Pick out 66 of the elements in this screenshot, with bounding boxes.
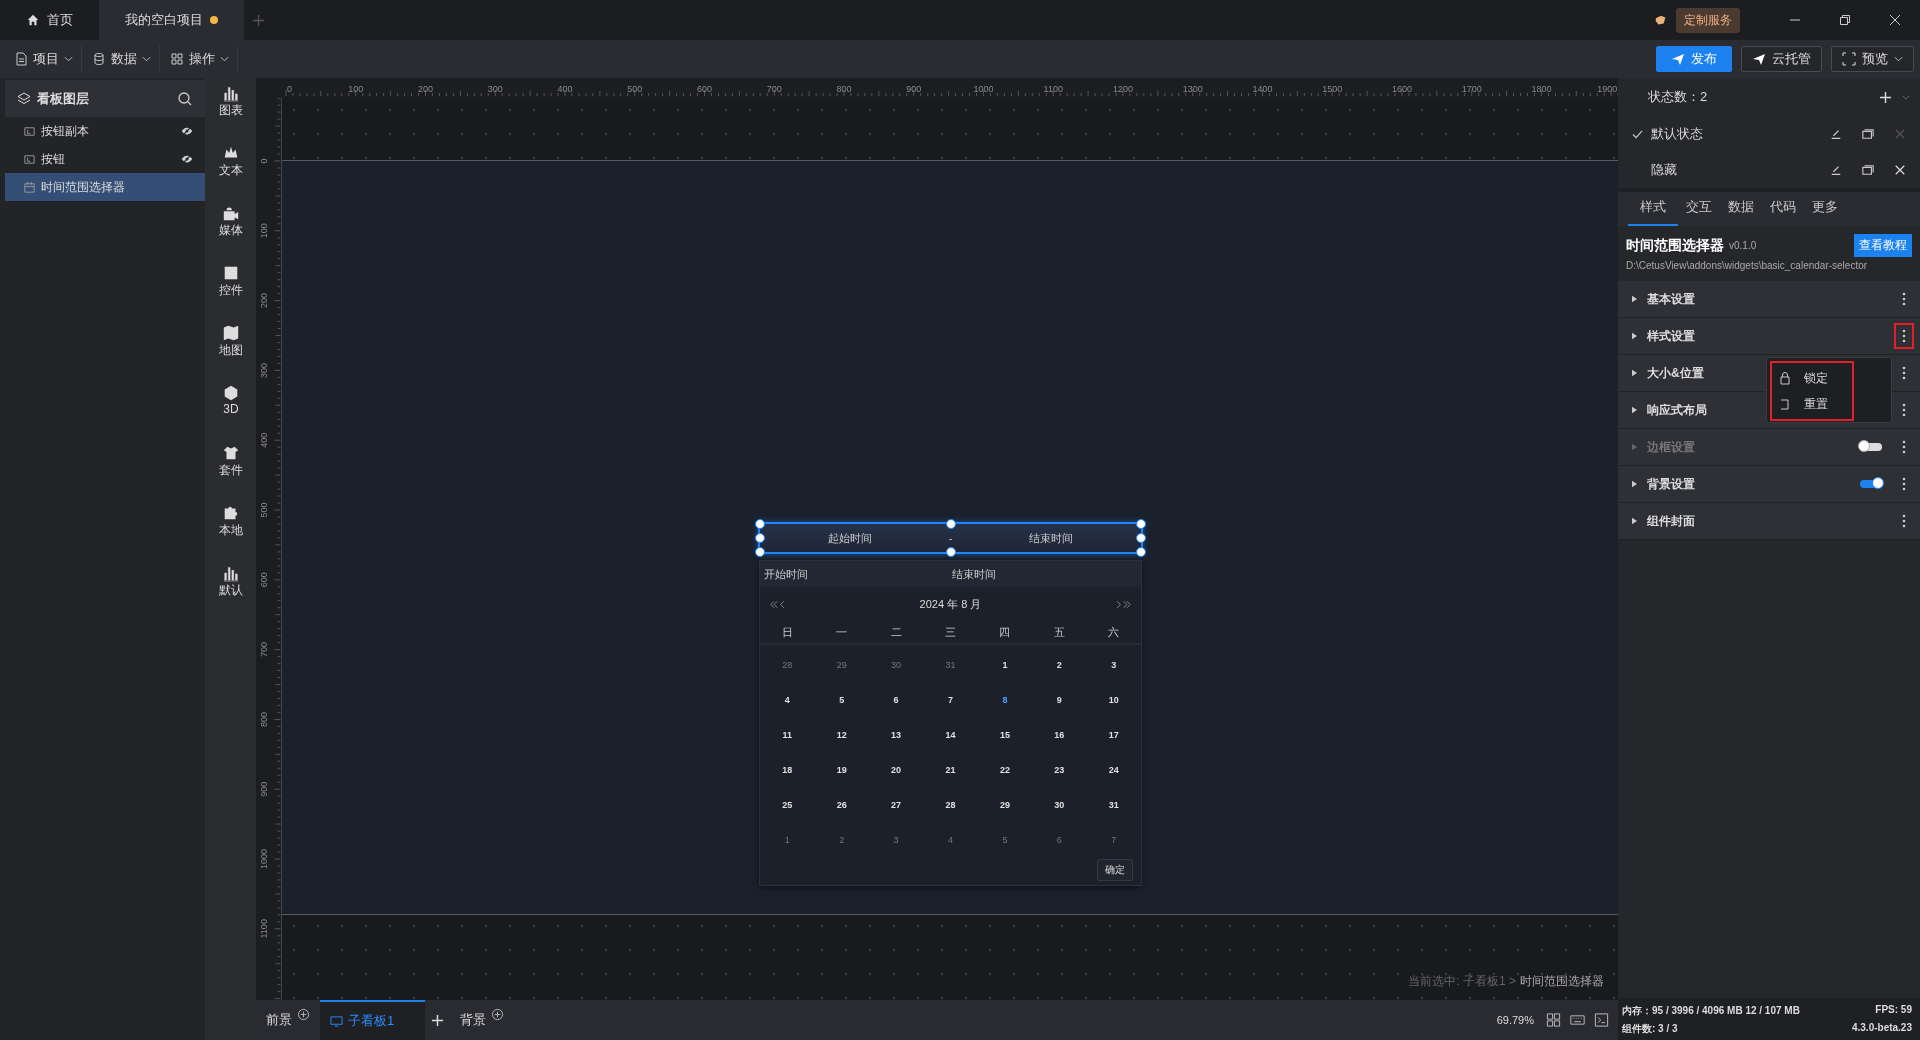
ruler-label: 1400 bbox=[1252, 84, 1273, 94]
ruler-label: 300 bbox=[258, 362, 269, 378]
month-title: 2024 年 8 月 bbox=[919, 596, 982, 612]
ruler-label: 1200 bbox=[1112, 84, 1133, 94]
ruler-label: 900 bbox=[906, 84, 922, 94]
widget-path: D:\CetusView\addons\widgets\basic_calendar-selector bbox=[1626, 260, 1869, 271]
ruler-label: 1000 bbox=[973, 84, 994, 94]
ruler-label: 700 bbox=[258, 642, 269, 658]
ruler-label: 400 bbox=[258, 432, 269, 448]
range-separator: - bbox=[947, 532, 954, 544]
ruler-label: 200 bbox=[258, 293, 269, 309]
ruler-label: 300 bbox=[487, 84, 503, 94]
app-version: 4.3.0-beta.23 bbox=[1851, 1022, 1912, 1035]
ruler-label: 900 bbox=[258, 781, 269, 797]
ruler-label: 400 bbox=[557, 84, 573, 94]
breadcrumb-current: 时间范围选择器 bbox=[1520, 973, 1604, 990]
category-label: 媒体 bbox=[219, 222, 243, 239]
ruler-label: 1100 bbox=[258, 919, 269, 939]
weekday-label: 三 bbox=[944, 624, 957, 640]
weekday-label: 四 bbox=[998, 624, 1012, 640]
ruler-label: 600 bbox=[697, 84, 712, 94]
weekday-label: 六 bbox=[1107, 624, 1121, 640]
widget-version: v0.1.0 bbox=[1729, 240, 1757, 251]
breadcrumb-path: 当前选中: 子看板1 > bbox=[1408, 973, 1516, 990]
ruler-label: 1000 bbox=[258, 849, 269, 869]
category-label: 控件 bbox=[219, 282, 243, 299]
ruler-label: 1700 bbox=[1461, 84, 1482, 94]
weekday-label: 一 bbox=[835, 624, 849, 640]
ruler-label: 800 bbox=[836, 84, 852, 94]
state-count: 状态数：2 bbox=[1648, 88, 1708, 106]
category-label: 默认 bbox=[219, 582, 243, 599]
ruler-label: 200 bbox=[418, 84, 433, 94]
category-label: 文本 bbox=[219, 162, 243, 179]
layers-title: 看板图层 bbox=[37, 89, 89, 108]
category-label: 本地 bbox=[219, 522, 243, 539]
category-label: 套件 bbox=[219, 462, 243, 479]
ruler-label: 700 bbox=[766, 84, 782, 94]
start-placeholder: 起始时间 bbox=[827, 530, 874, 546]
category-label: 图表 bbox=[219, 102, 243, 119]
ruler-label: 1300 bbox=[1182, 84, 1203, 94]
weekday-label: 二 bbox=[889, 624, 903, 640]
ruler-label: 0 bbox=[258, 158, 269, 164]
weekday-label: 五 bbox=[1052, 624, 1066, 640]
category-label: 地图 bbox=[219, 342, 243, 359]
weekday-label: 日 bbox=[780, 624, 794, 640]
ruler-label: 100 bbox=[258, 223, 269, 239]
fps-counter: FPS: 59 bbox=[1875, 1004, 1912, 1017]
ruler-label: 0 bbox=[287, 84, 292, 94]
ruler-label: 800 bbox=[258, 711, 269, 727]
component-count: 组件数: 3 / 3 bbox=[1622, 1022, 1678, 1036]
ruler-label: 1100 bbox=[1043, 84, 1063, 94]
ruler-label: 1600 bbox=[1391, 84, 1412, 94]
ruler-label: 1500 bbox=[1322, 84, 1343, 94]
end-placeholder: 结束时间 bbox=[1027, 530, 1074, 546]
ruler-label: 600 bbox=[258, 572, 269, 588]
memory-usage: 内存：95 / 3996 / 4096 MB 12 / 107 MB bbox=[1622, 1004, 1800, 1018]
zoom-level: 69.79% bbox=[1496, 1014, 1534, 1026]
ruler-label: 500 bbox=[627, 84, 643, 94]
ruler-label: 1900 bbox=[1597, 84, 1618, 94]
widget-name: 时间范围选择器 bbox=[1626, 236, 1724, 255]
end-time-label: 结束时间 bbox=[952, 566, 996, 582]
start-time-label: 开始时间 bbox=[763, 566, 809, 582]
ruler-label: 1800 bbox=[1531, 84, 1552, 94]
ruler-label: 500 bbox=[258, 502, 269, 518]
category-label: 3D bbox=[223, 402, 239, 416]
ruler-label: 100 bbox=[348, 84, 364, 94]
